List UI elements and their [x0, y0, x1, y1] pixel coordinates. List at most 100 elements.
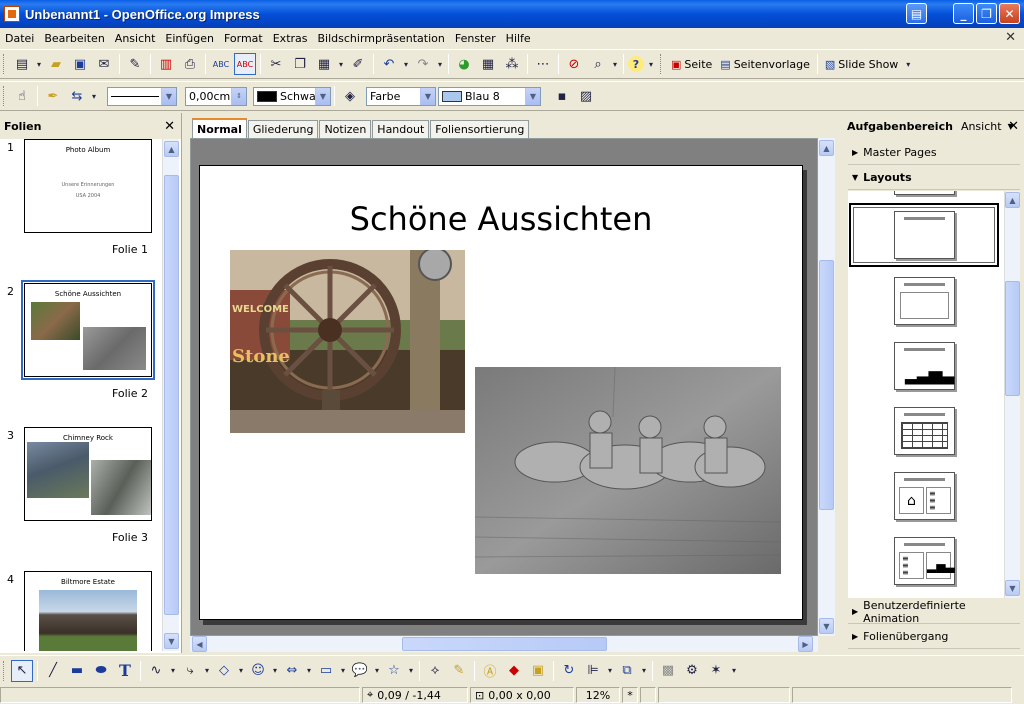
- arrange-icon[interactable]: ⧉: [616, 660, 638, 682]
- layout-title-clipart-text[interactable]: ⌂ ≡ ≡ ≡: [894, 472, 955, 520]
- dropdown-arrow-icon[interactable]: ▾: [35, 53, 43, 75]
- stars-icon[interactable]: ☆: [383, 660, 405, 682]
- dropdown-arrow-icon[interactable]: ▾: [436, 53, 444, 75]
- insert-image-icon[interactable]: ◆: [503, 660, 525, 682]
- maximize-button[interactable]: ❐: [976, 3, 997, 24]
- scroll-up-icon[interactable]: ▲: [1005, 192, 1020, 208]
- select-pointer-icon[interactable]: ☝: [11, 85, 33, 107]
- effects-icon[interactable]: ✶: [705, 660, 727, 682]
- rectangle-icon[interactable]: ▬: [66, 660, 88, 682]
- slide-thumbnail-2[interactable]: Schöne Aussichten: [21, 280, 155, 380]
- rotate-icon[interactable]: ↻: [558, 660, 580, 682]
- paste-icon[interactable]: ▦: [313, 53, 335, 75]
- dropdown-arrow-icon[interactable]: ▾: [90, 85, 98, 107]
- chart-icon[interactable]: ◕: [453, 53, 475, 75]
- tab-notizen[interactable]: Notizen: [319, 120, 372, 138]
- left-splitter[interactable]: [182, 113, 188, 653]
- line-style-select[interactable]: ▼: [107, 86, 177, 106]
- toolbar-overflow-icon[interactable]: ▾: [646, 53, 656, 75]
- scroll-right-icon[interactable]: ▶: [798, 636, 813, 652]
- slide-design-button[interactable]: ▤ Seitenvorlage: [716, 58, 814, 71]
- layouts-vertical-scrollbar[interactable]: ▲ ▼: [1004, 191, 1020, 598]
- dropdown-arrow-icon[interactable]: ▾: [611, 53, 619, 75]
- slide-list[interactable]: 1 Photo Album Unsere Erinnerungen USA 20…: [0, 139, 162, 651]
- slide-thumbnail-3[interactable]: Chimney Rock: [24, 427, 152, 521]
- section-slide-transition[interactable]: ▶ Folienübergang: [848, 625, 1020, 649]
- task-pane-view-menu[interactable]: Ansicht: [961, 120, 1002, 133]
- menu-datei[interactable]: Datei: [0, 32, 39, 45]
- menu-extras[interactable]: Extras: [268, 32, 313, 45]
- menu-einfuegen[interactable]: Einfügen: [160, 32, 219, 45]
- scroll-down-icon[interactable]: ▼: [164, 633, 179, 649]
- slide-editor[interactable]: Schöne Aussichten WELCOME Stone: [190, 138, 818, 636]
- menu-bearbeiten[interactable]: Bearbeiten: [39, 32, 109, 45]
- symbol-shapes-icon[interactable]: ☺: [247, 660, 269, 682]
- zoom-icon[interactable]: ⌕: [587, 53, 609, 75]
- slides-pane-close-icon[interactable]: ✕: [164, 119, 175, 134]
- dropdown-arrow-icon[interactable]: ▾: [169, 660, 177, 682]
- line-color-select[interactable]: Schwar ▼: [253, 86, 331, 106]
- slide-button[interactable]: ▣ Seite: [667, 58, 716, 71]
- slides-vertical-scrollbar[interactable]: ▲ ▼: [162, 139, 179, 651]
- save-icon[interactable]: ▣: [69, 53, 91, 75]
- photo-stone-carving[interactable]: [475, 367, 781, 574]
- line-icon[interactable]: ╱: [42, 660, 64, 682]
- scrollbar-thumb[interactable]: [402, 637, 607, 651]
- autospellcheck-icon[interactable]: ABC: [234, 53, 256, 75]
- menu-hilfe[interactable]: Hilfe: [501, 32, 536, 45]
- toolbar-grip[interactable]: [3, 660, 6, 681]
- email-icon[interactable]: ✉: [93, 53, 115, 75]
- redo-icon[interactable]: ↷: [412, 53, 434, 75]
- slide-title[interactable]: Schöne Aussichten: [200, 200, 802, 238]
- line-style-pen-icon[interactable]: ✒: [42, 85, 64, 107]
- dropdown-arrow-icon[interactable]: ▾: [402, 53, 410, 75]
- editor-horizontal-scrollbar[interactable]: ◀ ▶: [190, 636, 818, 652]
- scroll-down-icon[interactable]: ▼: [819, 618, 834, 634]
- open-folder-icon[interactable]: ▰: [45, 53, 67, 75]
- scrollbar-thumb[interactable]: [1005, 281, 1020, 396]
- select-arrow-icon[interactable]: ↖: [11, 659, 33, 682]
- scroll-up-icon[interactable]: ▲: [164, 141, 179, 157]
- status-zoom[interactable]: 12%: [576, 687, 620, 703]
- document-close-icon[interactable]: ✕: [1005, 30, 1016, 45]
- glue-points-icon[interactable]: ✎: [448, 660, 470, 682]
- line-width-input[interactable]: 0,00cm ⇕: [185, 86, 247, 106]
- dropdown-arrow-icon[interactable]: ▾: [373, 660, 381, 682]
- minimize-button[interactable]: _: [953, 3, 974, 24]
- table-icon[interactable]: ▦: [477, 53, 499, 75]
- area-color-select[interactable]: Blau 8 ▼: [438, 86, 541, 106]
- toolbar-overflow-icon[interactable]: ▾: [903, 53, 913, 75]
- dropdown-arrow-icon[interactable]: ▾: [271, 660, 279, 682]
- right-splitter[interactable]: [836, 113, 842, 653]
- toolbar-overflow-icon[interactable]: ▾: [729, 660, 739, 682]
- callouts-icon[interactable]: 💬: [349, 660, 371, 682]
- section-layouts[interactable]: ▼ Layouts: [848, 166, 1020, 190]
- flowchart-icon[interactable]: ▭: [315, 660, 337, 682]
- print-icon[interactable]: ⎙: [179, 53, 201, 75]
- draw-functions-icon[interactable]: ⁂: [501, 53, 523, 75]
- undo-icon[interactable]: ↶: [378, 53, 400, 75]
- tab-foliensortierung[interactable]: Foliensortierung: [430, 120, 530, 138]
- basic-shapes-icon[interactable]: ◇: [213, 660, 235, 682]
- toolbar-grip[interactable]: [3, 54, 6, 74]
- alignment-icon[interactable]: ⊫: [582, 660, 604, 682]
- toolbar-grip[interactable]: [660, 54, 663, 74]
- crop-image-icon[interactable]: ▨: [575, 85, 597, 107]
- extrusion-icon[interactable]: ▩: [657, 660, 679, 682]
- section-custom-animation[interactable]: ▶ Benutzerdefinierte Animation: [848, 599, 1020, 625]
- tab-handout[interactable]: Handout: [372, 120, 430, 138]
- slide-show-button[interactable]: ▧ Slide Show: [821, 58, 902, 71]
- text-icon[interactable]: T: [114, 660, 136, 682]
- slide-thumbnail-1[interactable]: Photo Album Unsere Erinnerungen USA 2004: [24, 139, 152, 233]
- dropdown-arrow-icon[interactable]: ▾: [337, 53, 345, 75]
- block-arrows-icon[interactable]: ⇔: [281, 660, 303, 682]
- dropdown-arrow-icon[interactable]: ▾: [339, 660, 347, 682]
- photo-wagon-wheel[interactable]: WELCOME Stone: [230, 250, 465, 433]
- scrollbar-thumb[interactable]: [819, 260, 834, 510]
- task-pane-close-icon[interactable]: ✕: [1008, 119, 1019, 134]
- spellcheck-icon[interactable]: ABC: [210, 53, 232, 75]
- new-document-icon[interactable]: ▤: [11, 53, 33, 75]
- gallery-icon[interactable]: ▣: [527, 660, 549, 682]
- scrollbar-thumb[interactable]: [164, 175, 179, 615]
- scroll-down-icon[interactable]: ▼: [1005, 580, 1020, 596]
